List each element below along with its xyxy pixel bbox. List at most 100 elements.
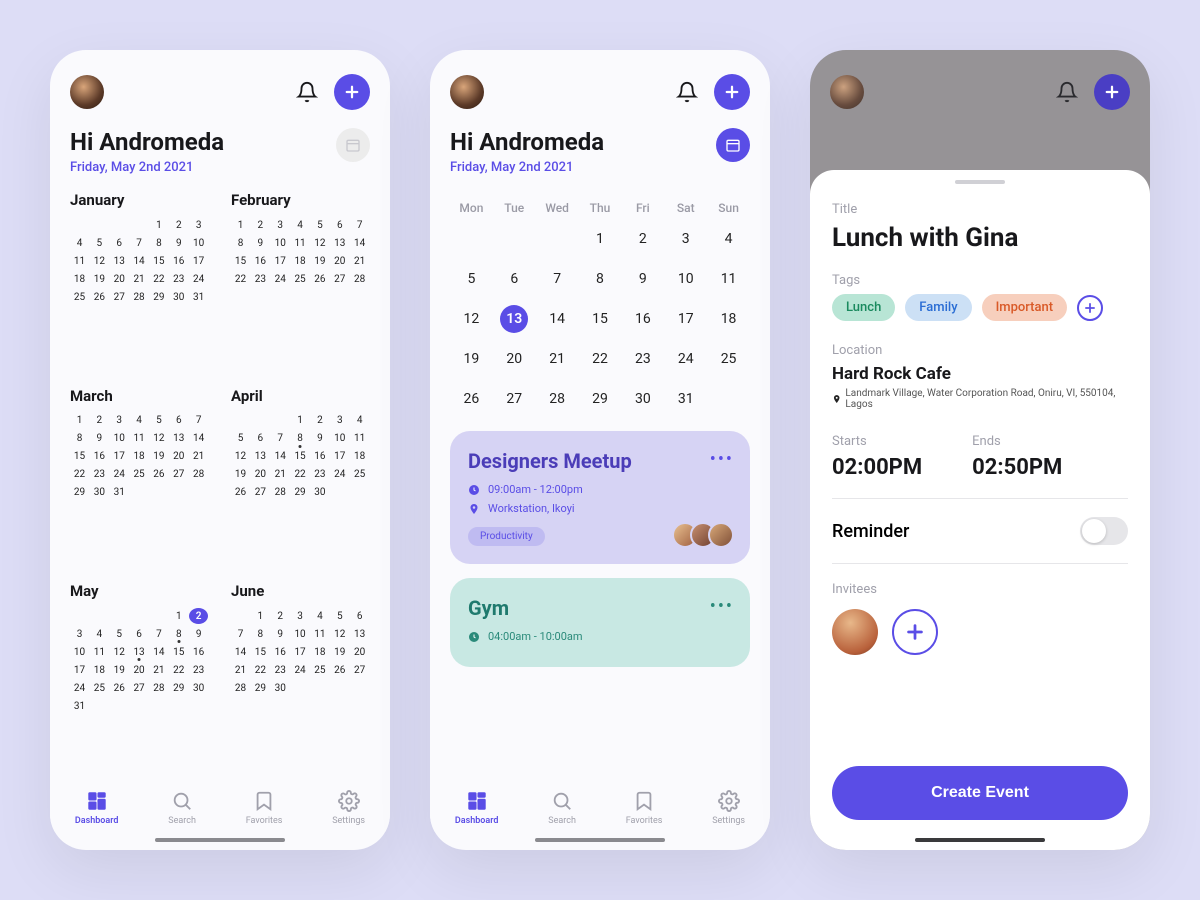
day-cell[interactable]: 13 [350, 626, 369, 642]
day-cell[interactable]: 31 [110, 485, 129, 501]
event-title-input[interactable]: Lunch with Gina [832, 223, 1128, 253]
day-cell[interactable]: 26 [330, 662, 349, 678]
day-cell[interactable]: 26 [110, 680, 129, 696]
day-cell[interactable]: 7 [271, 431, 290, 447]
day-cell[interactable]: 20 [350, 644, 369, 660]
day-cell[interactable]: 7 [536, 259, 579, 299]
day-cell[interactable]: 10 [330, 431, 349, 447]
month-block[interactable]: June123456789101112131415161718192021222… [231, 582, 370, 778]
invitee-avatar[interactable] [832, 609, 878, 655]
day-cell[interactable]: 16 [251, 253, 270, 269]
day-cell[interactable]: 8 [70, 431, 89, 447]
day-cell[interactable]: 3 [271, 217, 290, 233]
day-cell[interactable]: 12 [110, 644, 129, 660]
day-cell[interactable]: 25 [130, 467, 149, 483]
day-cell[interactable]: 11 [70, 253, 89, 269]
day-cell[interactable]: 29 [291, 485, 310, 501]
day-cell[interactable]: 9 [169, 235, 188, 251]
day-cell[interactable]: 24 [110, 467, 129, 483]
day-cell[interactable]: 16 [90, 449, 109, 465]
day-cell[interactable]: 4 [70, 235, 89, 251]
day-cell[interactable]: 29 [149, 289, 168, 305]
day-cell[interactable]: 20 [130, 662, 149, 678]
day-cell[interactable]: 11 [291, 235, 310, 251]
day-cell[interactable]: 13 [493, 299, 536, 339]
day-cell[interactable]: 4 [130, 413, 149, 429]
day-cell[interactable]: 6 [330, 217, 349, 233]
nav-dashboard[interactable]: Dashboard [455, 790, 499, 826]
day-cell[interactable]: 3 [664, 219, 707, 259]
day-cell[interactable]: 14 [350, 235, 369, 251]
day-cell[interactable]: 30 [271, 680, 290, 696]
day-cell[interactable]: 5 [310, 217, 329, 233]
day-cell[interactable]: 31 [664, 379, 707, 419]
day-cell[interactable]: 13 [110, 253, 129, 269]
calendar-view-toggle[interactable] [336, 128, 370, 162]
end-time[interactable]: Ends 02:50PM [972, 434, 1062, 480]
day-cell[interactable]: 24 [271, 271, 290, 287]
day-cell[interactable]: 14 [149, 644, 168, 660]
home-indicator[interactable] [915, 838, 1045, 842]
day-cell[interactable]: 3 [189, 217, 208, 233]
day-cell[interactable]: 2 [90, 413, 109, 429]
day-cell[interactable]: 5 [450, 259, 493, 299]
day-cell[interactable]: 2 [169, 217, 188, 233]
day-cell[interactable]: 15 [291, 449, 310, 465]
day-cell[interactable]: 14 [271, 449, 290, 465]
day-cell[interactable]: 18 [350, 449, 369, 465]
day-cell[interactable]: 25 [310, 662, 329, 678]
day-cell[interactable]: 3 [291, 608, 310, 624]
day-cell[interactable]: 26 [450, 379, 493, 419]
day-cell[interactable]: 27 [251, 485, 270, 501]
month-block[interactable]: February12345678910111213141516171819202… [231, 191, 370, 369]
day-cell[interactable]: 25 [291, 271, 310, 287]
day-cell[interactable]: 10 [189, 235, 208, 251]
day-cell[interactable]: 29 [579, 379, 622, 419]
day-cell[interactable]: 12 [90, 253, 109, 269]
event-card-gym[interactable]: ••• Gym 04:00am - 10:00am [450, 578, 750, 667]
day-cell[interactable]: 2 [271, 608, 290, 624]
reminder-toggle[interactable] [1080, 517, 1128, 545]
day-cell[interactable]: 21 [130, 271, 149, 287]
day-cell[interactable]: 11 [90, 644, 109, 660]
day-cell[interactable]: 14 [130, 253, 149, 269]
day-cell[interactable]: 8 [149, 235, 168, 251]
day-cell[interactable]: 10 [271, 235, 290, 251]
day-cell[interactable]: 15 [149, 253, 168, 269]
day-cell[interactable]: 16 [310, 449, 329, 465]
day-cell[interactable]: 10 [70, 644, 89, 660]
day-cell[interactable]: 4 [291, 217, 310, 233]
day-cell[interactable]: 25 [350, 467, 369, 483]
day-cell[interactable]: 22 [149, 271, 168, 287]
day-cell[interactable]: 8 [579, 259, 622, 299]
day-cell[interactable]: 9 [90, 431, 109, 447]
day-cell[interactable]: 18 [90, 662, 109, 678]
create-event-button[interactable]: Create Event [832, 766, 1128, 820]
day-cell[interactable]: 20 [330, 253, 349, 269]
day-cell[interactable]: 25 [70, 289, 89, 305]
day-cell[interactable]: 1 [579, 219, 622, 259]
day-cell[interactable]: 15 [579, 299, 622, 339]
day-cell[interactable]: 16 [169, 253, 188, 269]
day-cell[interactable]: 24 [330, 467, 349, 483]
day-cell[interactable]: 28 [189, 467, 208, 483]
month-block[interactable]: March12345678910111213141516171819202122… [70, 387, 209, 565]
day-cell[interactable]: 3 [330, 413, 349, 429]
day-cell[interactable]: 12 [330, 626, 349, 642]
day-cell[interactable]: 22 [169, 662, 188, 678]
day-cell[interactable]: 20 [493, 339, 536, 379]
day-cell[interactable]: 1 [169, 608, 188, 624]
day-cell[interactable]: 23 [271, 662, 290, 678]
day-cell[interactable]: 1 [231, 217, 250, 233]
day-cell[interactable]: 23 [169, 271, 188, 287]
day-cell[interactable]: 4 [350, 413, 369, 429]
nav-favorites[interactable]: Favorites [246, 790, 283, 826]
day-cell[interactable]: 25 [90, 680, 109, 696]
day-cell[interactable]: 13 [251, 449, 270, 465]
day-cell[interactable]: 26 [149, 467, 168, 483]
nav-settings[interactable]: Settings [712, 790, 745, 826]
month-block[interactable]: May1234567891011121314151617181920212223… [70, 582, 209, 778]
day-cell[interactable]: 10 [291, 626, 310, 642]
day-cell[interactable]: 17 [291, 644, 310, 660]
add-tag-button[interactable] [1077, 295, 1103, 321]
